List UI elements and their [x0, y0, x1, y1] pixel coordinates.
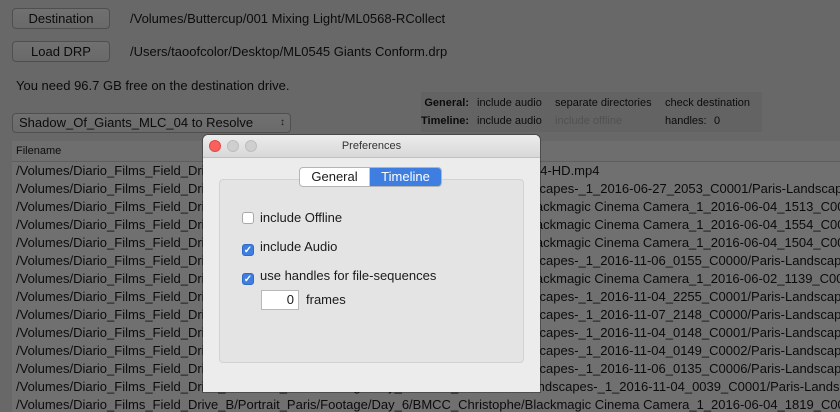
general-label: General: — [424, 97, 469, 109]
include-offline-label: include Offline — [260, 210, 343, 225]
timeline-select-value: Shadow_Of_Giants_MLC_04 to Resolve — [19, 115, 254, 130]
preferences-dialog: Preferences include Offline ✓ include Aud… — [203, 135, 540, 392]
tab-general[interactable]: General — [300, 168, 370, 186]
row-path-start: /Volumes/Diario_Films_Field_Drive_B/Port… — [16, 397, 840, 412]
general-check-destination: check destination — [665, 97, 750, 109]
row-path-start: /Volumes/Diario_Films_Field_Driv — [16, 361, 203, 376]
general-directories: separate directories — [555, 97, 652, 109]
dialog-titlebar: Preferences — [203, 135, 540, 158]
row-path-end: lackmagic Cinema Camera_1_2016-06-04_151… — [533, 199, 840, 214]
use-handles-checkbox[interactable]: ✓ — [242, 273, 254, 285]
row-path-start: /Volumes/Diario_Films_Field_Driv — [16, 163, 203, 178]
load-drp-button[interactable]: Load DRP — [12, 41, 110, 62]
row-path-start: /Volumes/Diario_Films_Field_Driv — [16, 325, 203, 340]
timeline-label: Timeline: — [421, 115, 470, 127]
row-path-end: scapes-_1_2016-11-04_0149_C0002/Paris-La… — [533, 343, 840, 358]
dialog-title: Preferences — [341, 140, 402, 152]
free-space-notice: You need 96.7 GB free on the destination… — [16, 78, 290, 93]
timeline-handles-value: 0 — [714, 115, 721, 127]
drp-path: /Users/taoofcolor/Desktop/ML0545 Giants … — [130, 44, 448, 59]
row-path-end: scapes-_1_2016-11-04_2255_C0001/Paris-La… — [533, 289, 840, 304]
timeline-options-panel: include Offline ✓ include Audio ✓ use hand… — [219, 179, 524, 363]
include-offline-checkbox[interactable] — [242, 212, 254, 224]
row-path-start: /Volumes/Diario_Films_Field_Driv — [16, 199, 203, 214]
row-path-end: lackmagic Cinema Camera_1_2016-06-02_113… — [533, 271, 840, 286]
timeline-select[interactable]: Shadow_Of_Giants_MLC_04 to Resolve ↕ — [12, 113, 291, 133]
row-path-end: 04-HD.mp4 — [533, 163, 600, 178]
tab-timeline[interactable]: Timeline — [370, 168, 441, 186]
close-icon[interactable] — [209, 140, 221, 152]
row-path-start: /Volumes/Diario_Films_Field_Driv — [16, 253, 203, 268]
table-row[interactable]: /Volumes/Diario_Films_Field_Drive_B/Port… — [12, 396, 840, 412]
include-audio-label: include Audio — [260, 239, 338, 254]
general-audio: include audio — [477, 97, 542, 109]
row-path-end: scapes-_1_2016-11-04_0148_C0001/Paris-La… — [533, 325, 840, 340]
row-path-end: scapes-_1_2016-11-06_0135_C0006/Paris-La… — [533, 361, 840, 376]
handles-frames-input[interactable]: 0 — [261, 290, 299, 310]
settings-summary: General: include audio separate director… — [421, 92, 762, 132]
use-handles-label: use handles for file-sequences — [260, 268, 437, 283]
timeline-offline: include offline — [555, 115, 623, 127]
row-path-start: /Volumes/Diario_Films_Field_Driv — [16, 289, 203, 304]
row-path-start: /Volumes/Diario_Films_Field_Driv — [16, 235, 203, 250]
row-path-end: lackmagic Cinema Camera_1_2016-06-04_150… — [533, 235, 840, 250]
include-audio-checkbox[interactable]: ✓ — [242, 244, 254, 256]
row-path-end: scapes-_1_2016-11-07_2148_C0000/Paris-La… — [533, 307, 840, 322]
row-path-start: /Volumes/Diario_Films_Field_Driv — [16, 217, 203, 232]
row-path-start: /Volumes/Diario_Films_Field_Driv — [16, 307, 203, 322]
destination-path: /Volumes/Buttercup/001 Mixing Light/ML05… — [130, 11, 446, 26]
timeline-handles-label: handles: — [665, 115, 707, 127]
row-path-start: /Volumes/Diario_Films_Field_Driv — [16, 181, 203, 196]
zoom-icon[interactable] — [245, 140, 257, 152]
updown-chevron-icon: ↕ — [280, 117, 285, 128]
row-path-end: scapes-_1_2016-11-06_0155_C0000/Paris-La… — [533, 253, 840, 268]
minimize-icon[interactable] — [227, 140, 239, 152]
frames-label: frames — [306, 292, 346, 307]
use-handles-option[interactable]: ✓ use handles for file-sequences — [242, 268, 436, 285]
destination-button[interactable]: Destination — [12, 8, 110, 29]
row-path-start: /Volumes/Diario_Films_Field_Driv — [16, 271, 203, 286]
include-audio-option[interactable]: ✓ include Audio — [242, 239, 337, 256]
include-offline-option[interactable]: include Offline — [242, 210, 342, 225]
preferences-tabs: General Timeline — [299, 167, 442, 187]
row-path-start: /Volumes/Diario_Films_Field_Driv — [16, 343, 203, 358]
row-path-end: lackmagic Cinema Camera_1_2016-06-04_155… — [533, 217, 840, 232]
row-path-end: scapes-_1_2016-06-27_2053_C0001/Paris-La… — [533, 181, 840, 196]
timeline-audio: include audio — [477, 115, 542, 127]
